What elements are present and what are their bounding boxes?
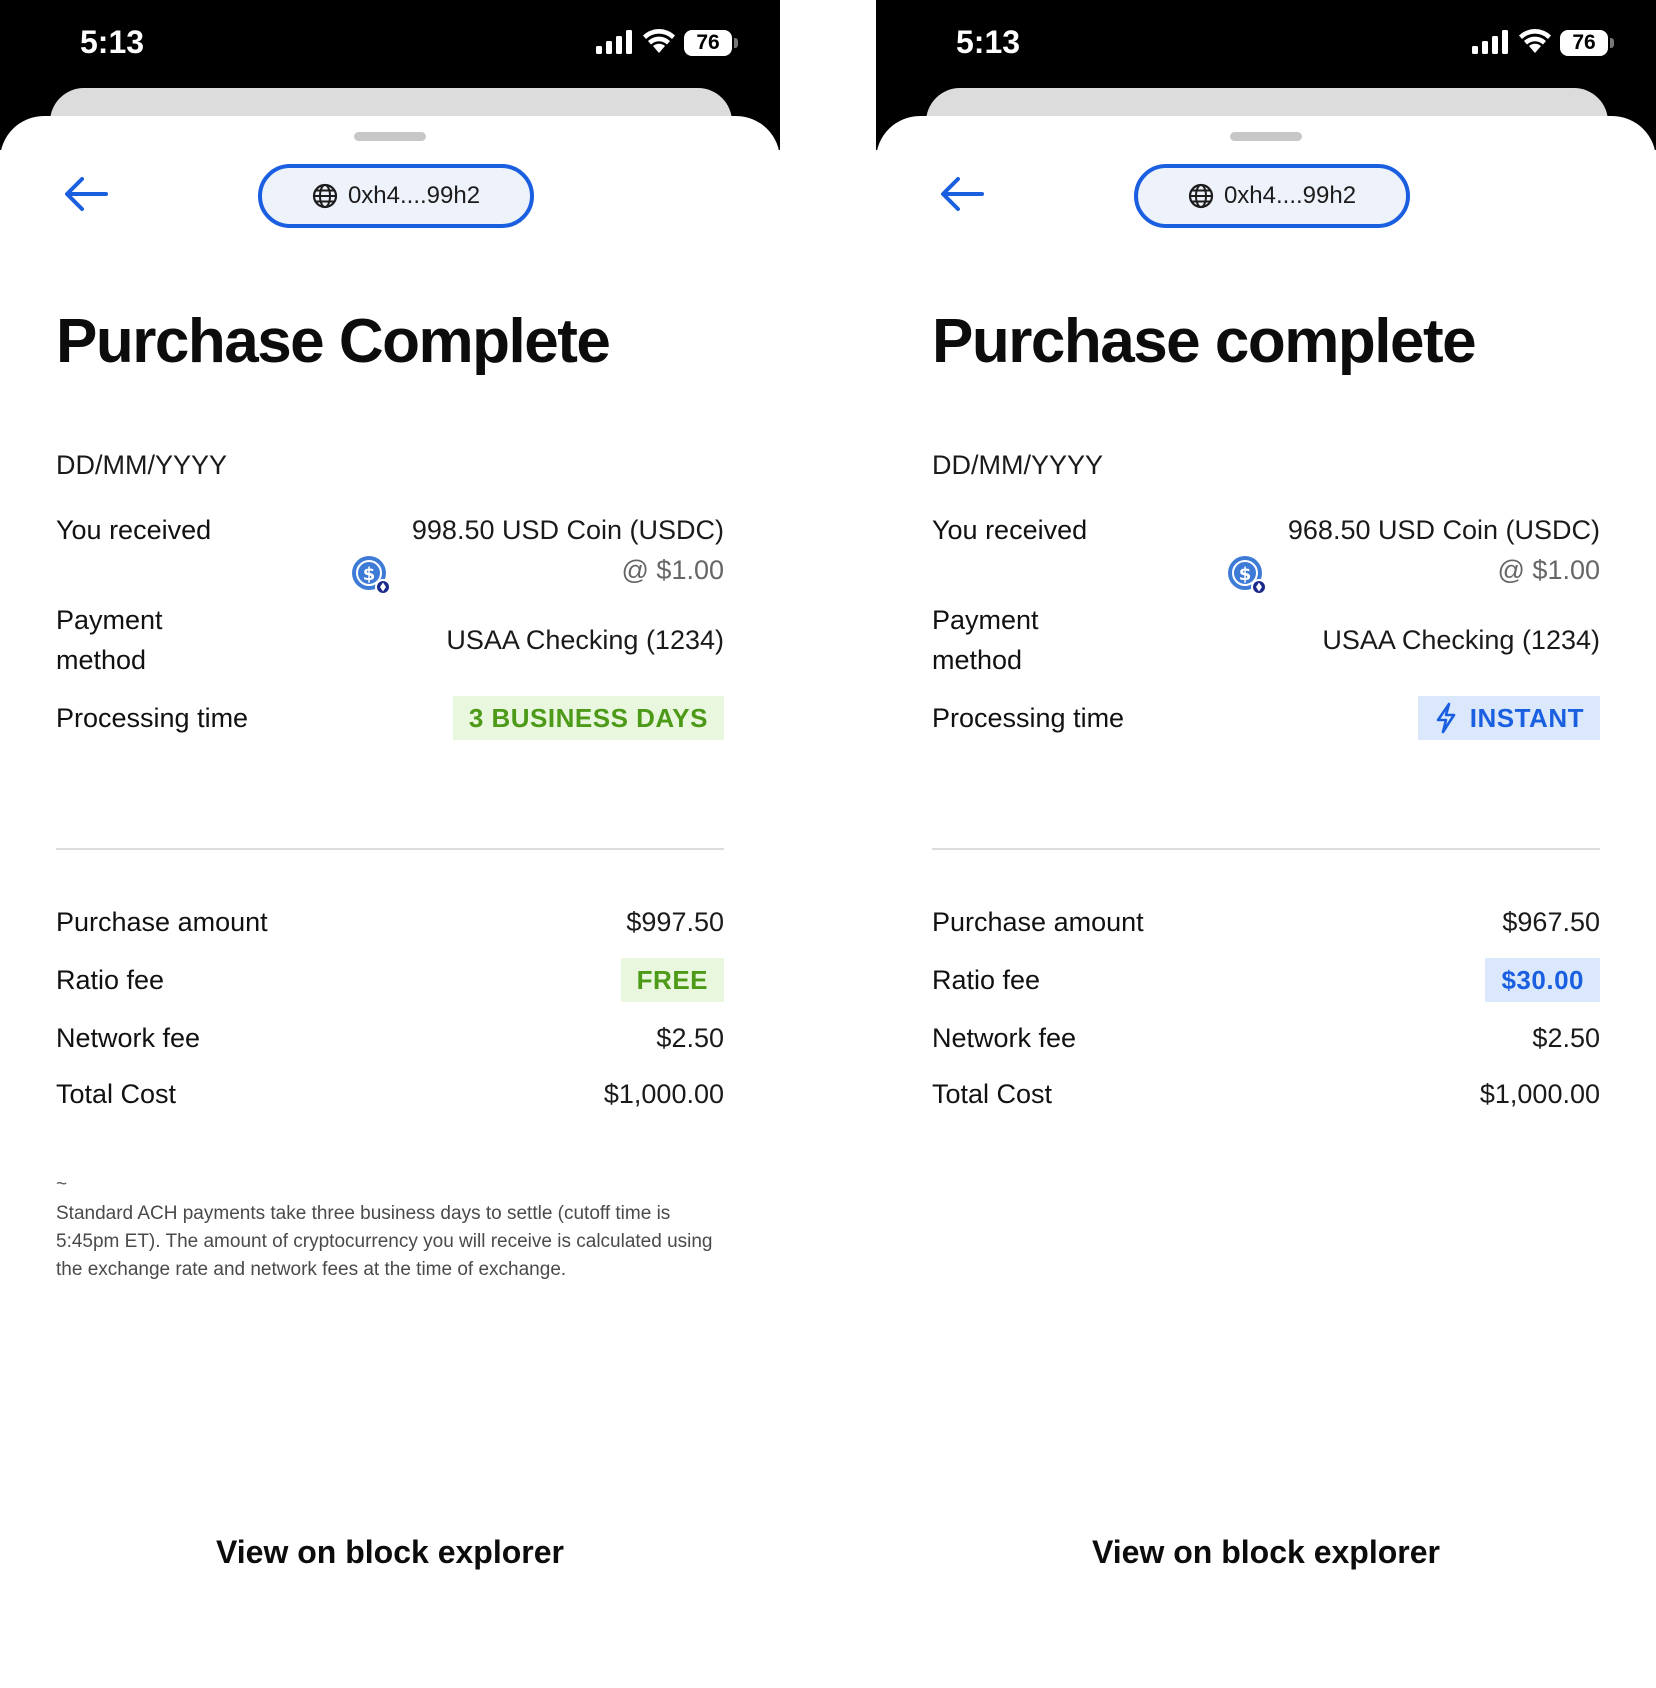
network-fee-value: $2.50 xyxy=(656,1023,724,1053)
network-fee-label: Network fee xyxy=(56,1023,201,1053)
received-rate: @ $1.00 xyxy=(621,555,724,585)
view-block-explorer-link[interactable]: View on block explorer xyxy=(876,1534,1656,1571)
lightning-icon xyxy=(1436,702,1456,734)
received-amount: 998.50 USD Coin (USDC) xyxy=(411,515,724,545)
purchase-screen-instant: 5:13 76 0xh4....99h2 Purchase complete D… xyxy=(876,0,1656,1688)
received-label: You received xyxy=(932,515,1088,545)
wifi-icon xyxy=(643,29,675,53)
page-title: Purchase complete xyxy=(932,307,1477,376)
battery-indicator: 76 xyxy=(684,30,732,56)
transaction-date: DD/MM/YYYY xyxy=(932,450,1104,480)
sheet-grabber[interactable] xyxy=(354,132,426,141)
globe-icon xyxy=(312,183,338,209)
network-fee-value: $2.50 xyxy=(1532,1023,1600,1053)
cellular-signal-icon xyxy=(596,30,632,54)
purchase-screen-standard: 5:13 76 0xh4....99h2 Purchase Complete D… xyxy=(0,0,780,1688)
purchase-amount-label: Purchase amount xyxy=(56,907,268,937)
status-time: 5:13 xyxy=(956,24,1021,60)
total-cost-label: Total Cost xyxy=(932,1079,1053,1109)
received-rate: @ $1.00 xyxy=(1497,555,1600,585)
footnote-marker: ~ xyxy=(56,1174,68,1195)
ratio-fee-badge: $30.00 xyxy=(1485,958,1600,1002)
battery-tip xyxy=(1610,38,1614,48)
arrow-left-icon[interactable] xyxy=(936,172,988,216)
purchase-amount-value: $967.50 xyxy=(1502,907,1600,937)
ratio-fee-label: Ratio fee xyxy=(56,965,165,995)
divider xyxy=(56,848,724,850)
modal-sheet: 0xh4....99h2 Purchase complete DD/MM/YYY… xyxy=(876,116,1656,1688)
processing-time-label: Processing time xyxy=(56,703,249,733)
wallet-address-button[interactable]: 0xh4....99h2 xyxy=(258,164,534,228)
payment-method-label-line2: method xyxy=(932,645,1023,675)
battery-tip xyxy=(734,38,738,48)
processing-time-badge: INSTANT xyxy=(1417,696,1600,740)
cellular-signal-icon xyxy=(1472,30,1508,54)
arrow-left-icon[interactable] xyxy=(60,172,112,216)
processing-time-badge: 3 BUSINESS DAYS xyxy=(452,696,724,740)
payment-method-label-line2: method xyxy=(56,645,147,675)
total-cost-value: $1,000.00 xyxy=(603,1079,724,1109)
purchase-amount-value: $997.50 xyxy=(626,907,724,937)
view-block-explorer-link[interactable]: View on block explorer xyxy=(0,1534,780,1571)
page-title: Purchase Complete xyxy=(56,307,611,376)
ratio-fee-badge: FREE xyxy=(620,958,724,1002)
processing-time-label: Processing time xyxy=(932,703,1125,733)
usdc-coin-icon: $ xyxy=(352,556,391,595)
wallet-address: 0xh4....99h2 xyxy=(347,182,481,209)
status-time: 5:13 xyxy=(80,24,145,60)
purchase-amount-label: Purchase amount xyxy=(932,907,1144,937)
modal-sheet: 0xh4....99h2 Purchase Complete DD/MM/YYY… xyxy=(0,116,780,1688)
svg-text:$: $ xyxy=(363,564,376,585)
payment-method-label-line1: Payment xyxy=(932,605,1039,635)
divider xyxy=(932,848,1600,850)
ratio-fee-label: Ratio fee xyxy=(932,965,1041,995)
received-amount: 968.50 USD Coin (USDC) xyxy=(1287,515,1600,545)
svg-text:$: $ xyxy=(1239,564,1252,585)
payment-method-value: USAA Checking (1234) xyxy=(446,625,724,655)
wallet-address: 0xh4....99h2 xyxy=(1223,182,1357,209)
usdc-coin-icon: $ xyxy=(1228,556,1267,595)
transaction-date: DD/MM/YYYY xyxy=(56,450,228,480)
sheet-grabber[interactable] xyxy=(1230,132,1302,141)
processing-time-value: INSTANT xyxy=(1469,702,1584,733)
payment-method-value: USAA Checking (1234) xyxy=(1322,625,1600,655)
payment-method-label-line1: Payment xyxy=(56,605,163,635)
ach-footnote: Standard ACH payments take three busines… xyxy=(56,1203,713,1280)
wallet-address-button[interactable]: 0xh4....99h2 xyxy=(1134,164,1410,228)
total-cost-value: $1,000.00 xyxy=(1479,1079,1600,1109)
wifi-icon xyxy=(1519,29,1551,53)
received-label: You received xyxy=(56,515,212,545)
total-cost-label: Total Cost xyxy=(56,1079,177,1109)
battery-indicator: 76 xyxy=(1560,30,1608,56)
globe-icon xyxy=(1188,183,1214,209)
network-fee-label: Network fee xyxy=(932,1023,1077,1053)
